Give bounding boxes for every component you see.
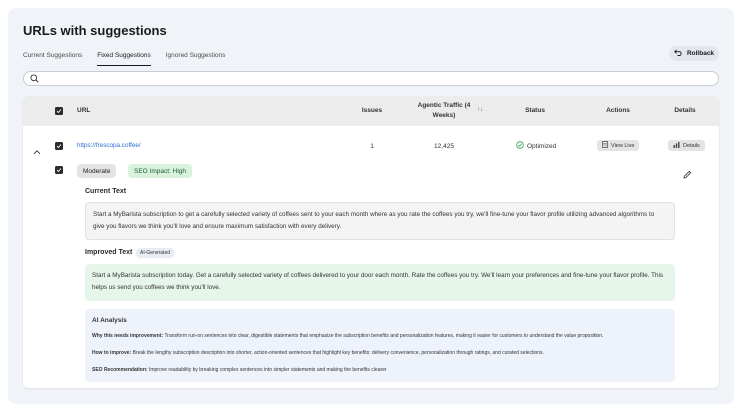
table-header: URL Issues Agentic Traffic (4 Weeks) ↑↓ … bbox=[23, 96, 719, 126]
undo-icon bbox=[674, 49, 683, 58]
suggestion-checkbox[interactable] bbox=[55, 166, 63, 174]
seo-label: SEO Recommendation: bbox=[92, 367, 148, 373]
improved-text-title: Improved Text bbox=[85, 249, 133, 256]
suggestions-table: URL Issues Agentic Traffic (4 Weeks) ↑↓ … bbox=[23, 96, 719, 388]
select-all-checkbox[interactable] bbox=[55, 107, 63, 115]
how-text: Break the lengthy subscription descripti… bbox=[132, 350, 544, 356]
seo-impact-badge: SEO Impact: High bbox=[128, 164, 193, 178]
url-link[interactable]: https://frescopa.coffee/ bbox=[77, 142, 141, 149]
search-bar bbox=[23, 71, 719, 86]
column-header-issues: Issues bbox=[361, 107, 383, 114]
why-label: Why this needs improvement: bbox=[92, 333, 164, 339]
edit-pencil-icon[interactable] bbox=[683, 166, 692, 184]
tab-fixed-suggestions[interactable]: Fixed Suggestions bbox=[97, 49, 151, 66]
ai-analysis-box: AI Analysis Why this needs improvement: … bbox=[85, 309, 675, 382]
checkmark-icon bbox=[56, 144, 62, 149]
main-panel: URLs with suggestions Current Suggestion… bbox=[8, 8, 734, 404]
severity-badge: Moderate bbox=[77, 164, 117, 178]
ai-generated-badge: AI-Generated bbox=[136, 248, 175, 258]
how-label: How to improve: bbox=[92, 350, 132, 356]
ai-analysis-title: AI Analysis bbox=[92, 317, 127, 324]
rollback-button[interactable]: Rollback bbox=[669, 46, 719, 61]
current-text-box: Start a MyBarista subscription to get a … bbox=[85, 202, 675, 240]
column-header-actions: Actions bbox=[606, 107, 630, 114]
sort-icon[interactable]: ↑↓ bbox=[477, 107, 483, 113]
page-title: URLs with suggestions bbox=[23, 23, 167, 38]
column-header-status: Status bbox=[525, 107, 545, 114]
issues-count: 1 bbox=[370, 143, 374, 150]
search-icon bbox=[30, 70, 39, 88]
checkmark-icon bbox=[56, 168, 62, 173]
why-improvement-line: Why this needs improvement: Transform ru… bbox=[92, 333, 668, 339]
external-page-icon bbox=[602, 141, 608, 150]
tab-bar: Current Suggestions Fixed Suggestions Ig… bbox=[23, 49, 240, 66]
details-label: Details bbox=[683, 142, 700, 149]
why-text: Transform run-on sentences into clear, d… bbox=[164, 333, 604, 339]
details-button[interactable]: Details bbox=[668, 140, 705, 151]
status-text: Optimized bbox=[527, 142, 557, 150]
view-live-label: View Live bbox=[611, 142, 635, 149]
search-input[interactable] bbox=[43, 75, 713, 82]
checkmark-icon bbox=[56, 109, 62, 114]
status-badge: Optimized bbox=[516, 141, 556, 151]
row-checkbox[interactable] bbox=[55, 142, 63, 150]
rollback-label: Rollback bbox=[686, 50, 715, 57]
tab-ignored-suggestions[interactable]: Ignored Suggestions bbox=[166, 49, 226, 66]
how-improve-line: How to improve: Break the lengthy subscr… bbox=[92, 350, 668, 356]
column-header-details: Details bbox=[674, 107, 696, 114]
bar-chart-icon bbox=[673, 141, 680, 150]
improved-text-box: Start a MyBarista subscription today. Ge… bbox=[85, 264, 675, 301]
column-header-url: URL bbox=[77, 107, 91, 114]
seo-text: Improve readability by breaking complex … bbox=[148, 367, 387, 373]
collapse-chevron-icon[interactable] bbox=[33, 142, 41, 160]
column-header-agentic-traffic[interactable]: Agentic Traffic (4 Weeks) bbox=[416, 101, 472, 120]
view-live-button[interactable]: View Live bbox=[597, 140, 640, 151]
seo-recommendation-line: SEO Recommendation: Improve readability … bbox=[92, 367, 668, 373]
tab-current-suggestions[interactable]: Current Suggestions bbox=[23, 49, 82, 66]
current-text-title: Current Text bbox=[85, 188, 127, 195]
check-circle-icon bbox=[516, 141, 524, 151]
traffic-value: 12,425 bbox=[434, 143, 454, 150]
